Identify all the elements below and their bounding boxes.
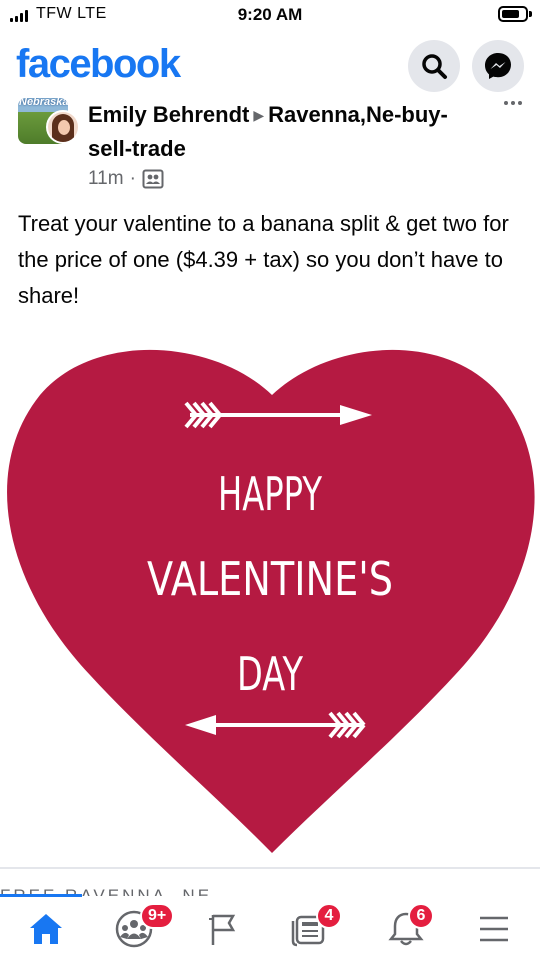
search-button[interactable] [408, 40, 460, 92]
post-time[interactable]: 11m [88, 168, 124, 190]
facebook-logo[interactable]: facebook [16, 42, 181, 87]
bottom-tab-bar: 9+ 4 6 [0, 897, 540, 960]
flag-icon [209, 914, 236, 945]
meta-separator: · [129, 168, 136, 189]
valentine-heart-image: HAPPY VALENTINE'S DAY [7, 349, 535, 853]
menu-icon [480, 916, 508, 941]
post-title: Emily Behrendt ▶ Ravenna,Ne-buy-sell-trade [88, 98, 488, 166]
home-icon [30, 913, 62, 944]
tab-groups[interactable]: 9+ [96, 897, 175, 960]
more-options-button[interactable] [500, 96, 526, 110]
post-image[interactable]: HAPPY VALENTINE'S DAY [0, 335, 540, 865]
tab-home[interactable] [8, 897, 84, 960]
post-body-text: Treat your valentine to a banana split &… [18, 211, 509, 308]
heart-text-line2: VALENTINE'S [147, 552, 393, 606]
post-divider [0, 867, 540, 869]
heart-text-line3: DAY [237, 647, 304, 701]
groups-badge: 9+ [140, 903, 175, 929]
group-privacy-icon [142, 169, 164, 189]
tab-menu[interactable] [456, 897, 532, 960]
news-badge: 4 [316, 903, 342, 929]
search-icon [422, 54, 447, 79]
tab-news[interactable]: 4 [272, 897, 348, 960]
heart-text-line1: HAPPY [218, 467, 323, 521]
group-thumb-label: Nebraska [19, 98, 68, 108]
avatar[interactable] [46, 110, 80, 144]
app-header: facebook [0, 32, 540, 94]
messenger-button[interactable] [472, 40, 524, 92]
battery-icon [498, 6, 532, 22]
post-avatar[interactable]: Nebraska [18, 96, 82, 148]
tab-pages[interactable] [184, 897, 260, 960]
messenger-icon [485, 53, 511, 79]
status-bar: TFW LTE 9:20 AM [0, 0, 540, 32]
arrow-right-icon: ▶ [253, 107, 265, 123]
tab-notifications[interactable]: 6 [368, 897, 444, 960]
post-meta: 11m · [88, 168, 164, 190]
clock: 9:20 AM [237, 5, 303, 24]
author-link[interactable]: Emily Behrendt [88, 102, 249, 127]
notifications-badge: 6 [408, 903, 434, 929]
